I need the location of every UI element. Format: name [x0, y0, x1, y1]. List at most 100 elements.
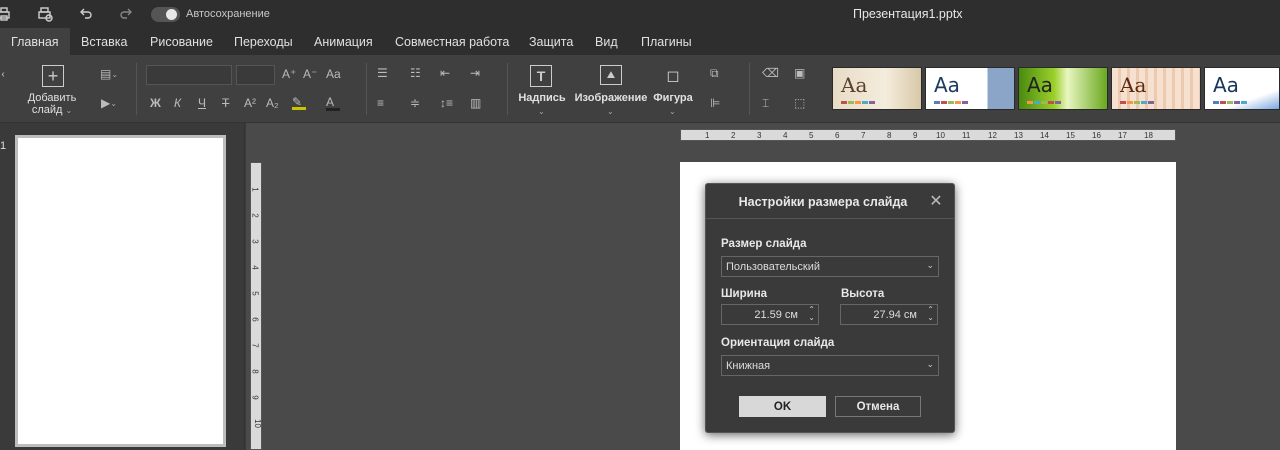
ruler-tick-label: 8	[887, 131, 892, 140]
decrease-indent-icon[interactable]: ⇤	[440, 66, 450, 80]
image-button[interactable]: Изображение	[573, 92, 649, 104]
add-slide-icon[interactable]: +	[42, 65, 64, 87]
theme-color-bars	[1027, 101, 1061, 104]
ruler-tick-label: 9	[913, 131, 918, 140]
align-left-icon[interactable]: ≡	[377, 96, 384, 110]
ruler-tick-label: 15	[1066, 131, 1075, 140]
orientation-value: Книжная	[726, 359, 771, 372]
ruler-tick-label: 6	[250, 317, 260, 322]
text-box-button[interactable]: Надпись	[515, 92, 569, 104]
ribbon-separator	[136, 63, 137, 115]
ruler-tick-label: 11	[962, 131, 971, 140]
cancel-button[interactable]: Отмена	[835, 396, 921, 417]
ruler-tick-label: 16	[1092, 131, 1101, 140]
slide-number: 1	[0, 140, 7, 152]
chevron-down-icon: ⌄	[669, 107, 676, 116]
underline-button[interactable]: Ч	[198, 96, 206, 110]
align-objects-icon[interactable]: ⊫	[710, 96, 720, 110]
width-input[interactable]: 21.59 см ⌃ ⌄	[721, 304, 819, 325]
strikethrough-button[interactable]: Т	[222, 96, 229, 110]
slide-size-label: Размер слайда	[721, 238, 807, 250]
vertical-align-icon[interactable]: ≑	[410, 96, 420, 110]
slide-size-icon[interactable]: ⬚	[794, 96, 805, 110]
dialog-divider	[706, 218, 954, 219]
font-grow-button[interactable]: A⁺	[282, 67, 296, 81]
theme-thumbnail[interactable]: Aa	[1204, 67, 1280, 110]
slide-thumbnail[interactable]	[15, 135, 226, 447]
highlight-color-button[interactable]: ✎	[292, 95, 306, 111]
add-slide-label-line1: Добавить	[27, 92, 77, 104]
slide-background-icon[interactable]: ▣	[794, 66, 805, 80]
theme-thumbnail[interactable]: Aa	[832, 67, 922, 110]
play-icon: ▶	[101, 96, 111, 110]
eraser-icon[interactable]: ⌫	[762, 66, 779, 80]
spin-down-icon[interactable]: ⌄	[808, 314, 815, 322]
shape-icon[interactable]: ◻	[662, 65, 684, 87]
chevron-down-icon: ⌄	[65, 106, 73, 115]
format-painter-icon[interactable]: ⌶	[762, 96, 769, 111]
tab-animation[interactable]: Анимация	[303, 28, 384, 55]
layout-icon: ▤	[99, 67, 112, 81]
numbering-icon[interactable]: ☷	[410, 66, 421, 80]
height-input[interactable]: 27.94 см ⌃ ⌄	[840, 304, 938, 325]
font-shrink-button[interactable]: A⁻	[303, 67, 317, 81]
font-color-icon: A	[326, 95, 335, 109]
subscript-button[interactable]: A₂	[266, 96, 279, 110]
print-icon[interactable]	[0, 6, 12, 22]
font-color-button[interactable]: A	[326, 95, 340, 111]
tab-collaboration[interactable]: Совместная работа	[384, 28, 520, 55]
shape-button[interactable]: Фигура	[650, 92, 696, 104]
ruler-tick-label: 10	[252, 419, 262, 428]
ribbon-scroll-left-icon[interactable]: ‹	[0, 67, 6, 81]
theme-sample-text: Aa	[1213, 73, 1239, 97]
slide-size-select[interactable]: Пользовательский ⌄	[721, 256, 939, 277]
font-size-select[interactable]	[236, 65, 275, 85]
tab-home[interactable]: Главная	[0, 28, 70, 55]
close-icon[interactable]: ✕	[928, 194, 944, 210]
ruler-tick-label: 14	[1040, 131, 1049, 140]
chevron-down-icon: ⌄	[926, 359, 934, 369]
font-family-select[interactable]	[146, 65, 232, 85]
add-slide-button[interactable]: Добавить слайд ⌄	[23, 92, 81, 117]
quick-print-icon[interactable]	[37, 6, 53, 22]
spin-down-icon[interactable]: ⌄	[927, 314, 934, 322]
ok-button[interactable]: OK	[739, 396, 826, 417]
theme-color-bars	[841, 101, 875, 104]
ruler-tick-label: 7	[861, 131, 866, 140]
columns-icon[interactable]: ▥	[470, 96, 481, 110]
theme-color-bars	[934, 101, 968, 104]
theme-thumbnail[interactable]: Aa	[925, 67, 1015, 110]
slide-size-value: Пользовательский	[726, 260, 820, 273]
tab-insert[interactable]: Вставка	[70, 28, 138, 55]
slide-layout-button[interactable]: ▤ ⌄	[95, 66, 123, 82]
tab-transitions[interactable]: Переходы	[223, 28, 304, 55]
tab-draw[interactable]: Рисование	[139, 28, 224, 55]
orientation-select[interactable]: Книжная ⌄	[721, 355, 939, 376]
bold-button[interactable]: Ж	[150, 96, 161, 110]
ribbon-separator	[366, 63, 367, 115]
arrange-icon[interactable]: ⧉	[710, 66, 719, 81]
change-case-button[interactable]: Aa	[326, 67, 341, 81]
ruler-tick-label: 12	[988, 131, 997, 140]
redo-icon[interactable]	[118, 6, 134, 22]
ruler-tick-label: 10	[936, 131, 945, 140]
slide-size-dialog: Настройки размера слайда ✕ Размер слайда…	[705, 183, 955, 433]
ruler-tick-label: 8	[250, 369, 260, 374]
image-icon[interactable]: ⛰	[600, 65, 622, 85]
theme-thumbnail[interactable]: Aa	[1111, 67, 1201, 110]
theme-color-bars	[1120, 101, 1154, 104]
ruler-tick-label: 4	[783, 131, 788, 140]
tab-view[interactable]: Вид	[584, 28, 629, 55]
width-value: 21.59 см	[754, 308, 798, 321]
line-spacing-icon[interactable]: ↕≡	[440, 96, 453, 110]
increase-indent-icon[interactable]: ⇥	[470, 66, 480, 80]
tab-plugins[interactable]: Плагины	[630, 28, 703, 55]
theme-thumbnail[interactable]: Aa	[1018, 67, 1108, 110]
tab-protection[interactable]: Защита	[518, 28, 584, 55]
bullets-icon[interactable]: ☰	[377, 66, 388, 80]
start-slideshow-button[interactable]: ▶ ⌄	[95, 95, 123, 111]
undo-icon[interactable]	[78, 6, 94, 22]
superscript-button[interactable]: A²	[244, 96, 256, 110]
italic-button[interactable]: К	[174, 96, 181, 110]
text-box-icon[interactable]: T	[530, 65, 552, 87]
